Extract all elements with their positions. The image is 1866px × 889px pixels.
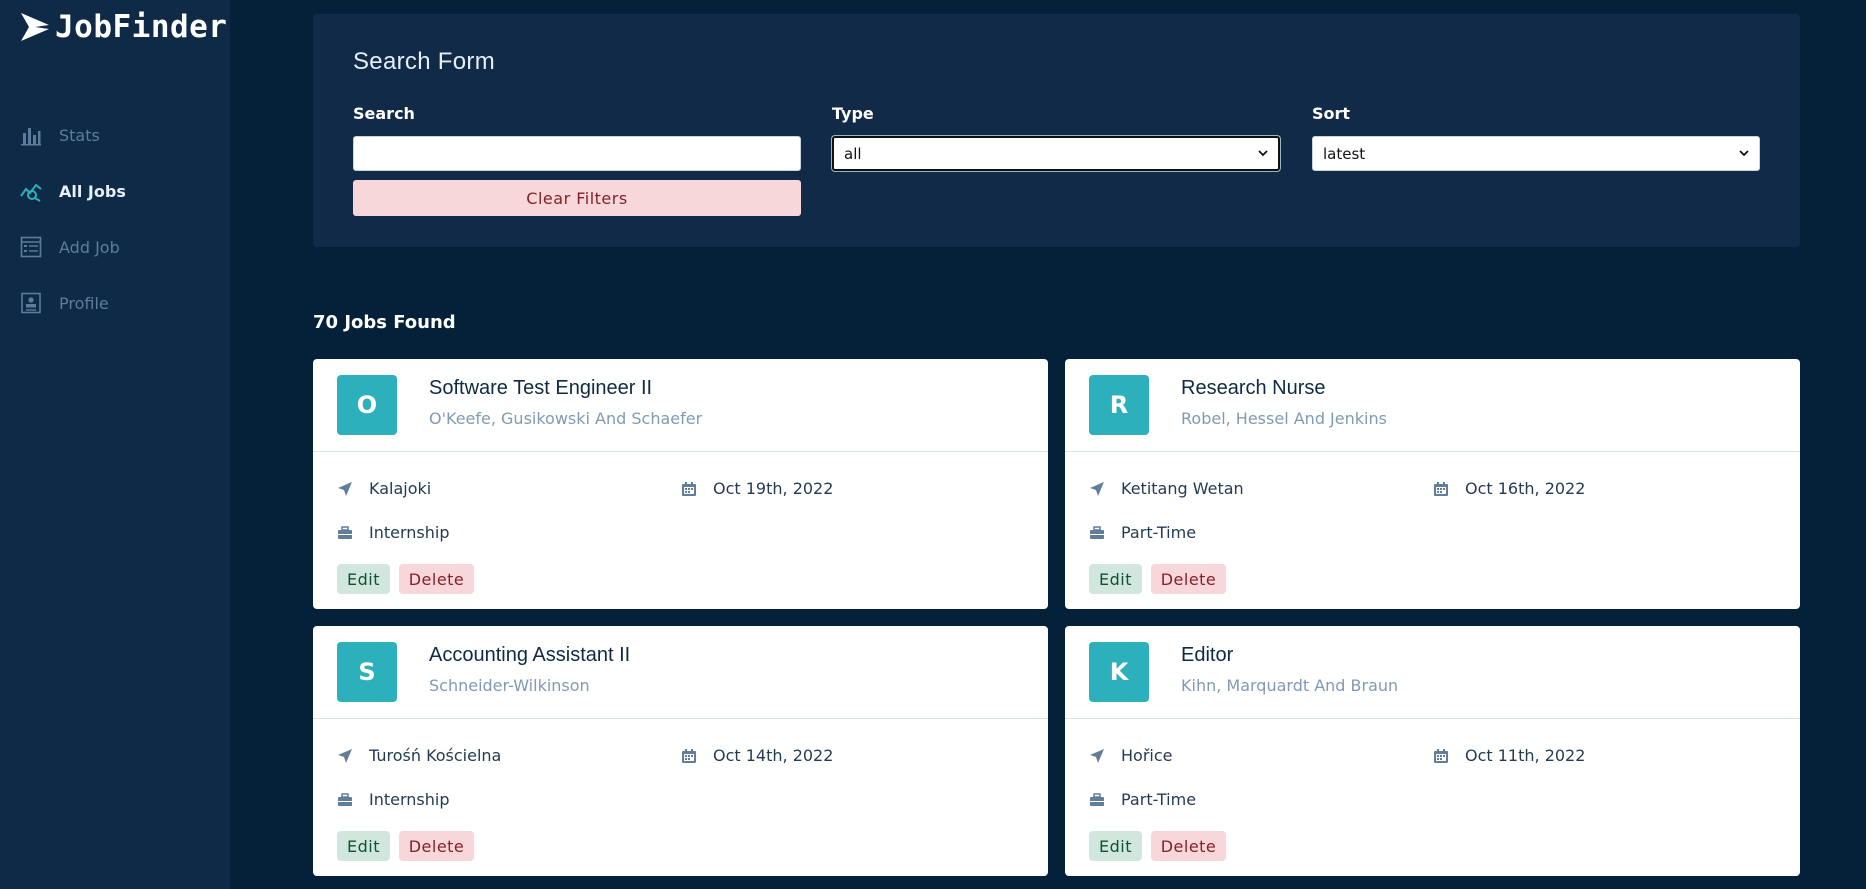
job-type-text: Part-Time [1121,790,1197,809]
job-type-text: Internship [369,790,450,809]
job-company: Kihn, Marquardt And Braun [1181,676,1399,695]
company-initial-badge: K [1089,642,1149,702]
type-label: Type [832,104,874,123]
job-card: O Software Test Engineer II O'Keefe, Gus… [313,359,1048,609]
bar-chart-icon [20,124,42,146]
sidebar-item-add-job[interactable]: Add Job [20,236,120,258]
location-arrow-icon [337,481,353,497]
delete-button[interactable]: Delete [1151,564,1226,594]
edit-button[interactable]: Edit [337,564,390,594]
job-title: Accounting Assistant II [429,644,631,666]
job-type-text: Part-Time [1121,523,1197,542]
app-name: JobFinder [55,9,228,45]
search-label: Search [353,104,415,123]
sidebar-item-stats[interactable]: Stats [20,124,100,146]
job-date: Oct 11th, 2022 [1433,746,1585,765]
edit-button[interactable]: Edit [337,831,390,861]
card-divider [1065,718,1800,719]
location-arrow-icon [1089,748,1105,764]
query-stats-icon [20,180,42,202]
sidebar-item-label: Stats [59,125,100,145]
job-date: Oct 19th, 2022 [681,479,833,498]
calendar-icon [681,748,697,764]
company-initial-badge: R [1089,375,1149,435]
sidebar-item-label: Profile [59,293,109,313]
sort-select[interactable]: latest [1312,136,1760,171]
location-arrow-icon [1089,481,1105,497]
job-company: Schneider-Wilkinson [429,676,590,695]
logo-icon [21,13,49,41]
job-date-text: Oct 19th, 2022 [713,479,834,498]
search-input[interactable] [353,136,801,171]
delete-button[interactable]: Delete [1151,831,1226,861]
sidebar-item-label: Add Job [59,237,120,257]
delete-button[interactable]: Delete [399,831,474,861]
job-title: Editor [1181,644,1234,666]
briefcase-icon [1089,792,1105,808]
id-card-icon [20,292,42,314]
sidebar-item-profile[interactable]: Profile [20,292,109,314]
job-location-text: Kalajoki [369,479,432,498]
job-type: Internship [337,790,450,809]
sidebar-item-all-jobs[interactable]: All Jobs [20,180,126,202]
job-title: Software Test Engineer II [429,377,653,399]
calendar-icon [1433,481,1449,497]
job-date-text: Oct 16th, 2022 [1465,479,1586,498]
sort-select-value: latest [1323,144,1366,163]
job-location-text: Hořice [1121,746,1173,765]
job-type: Internship [337,523,450,542]
job-location: Kalajoki [337,479,431,498]
form-title: Search Form [353,48,496,75]
job-location: Ketitang Wetan [1089,479,1244,498]
jobs-count: 70 Jobs Found [313,312,456,333]
job-company: O'Keefe, Gusikowski And Schaefer [429,409,703,428]
edit-button[interactable]: Edit [1089,564,1142,594]
card-divider [313,718,1048,719]
job-card: R Research Nurse Robel, Hessel And Jenki… [1065,359,1800,609]
job-date: Oct 14th, 2022 [681,746,833,765]
chevron-down-icon [1258,150,1268,157]
job-location-text: Ketitang Wetan [1121,479,1244,498]
job-location: Turośń Kościelna [337,746,501,765]
job-location-text: Turośń Kościelna [369,746,502,765]
job-card: S Accounting Assistant II Schneider-Wilk… [313,626,1048,876]
job-title: Research Nurse [1181,377,1326,399]
edit-button[interactable]: Edit [1089,831,1142,861]
sidebar-item-label: All Jobs [59,181,126,201]
briefcase-icon [1089,525,1105,541]
job-date-text: Oct 11th, 2022 [1465,746,1586,765]
job-date: Oct 16th, 2022 [1433,479,1585,498]
logo[interactable]: JobFinder [19,9,227,45]
company-initial-badge: S [337,642,397,702]
delete-button[interactable]: Delete [399,564,474,594]
job-card: K Editor Kihn, Marquardt And Braun Hořic… [1065,626,1800,876]
calendar-icon [681,481,697,497]
briefcase-icon [337,792,353,808]
calendar-icon [1433,748,1449,764]
chevron-down-icon [1739,150,1749,157]
job-type-text: Internship [369,523,450,542]
card-divider [1065,451,1800,452]
job-type: Part-Time [1089,523,1196,542]
sidebar: JobFinder Stats All Jobs Add Job Profile [0,0,230,889]
card-divider [313,451,1048,452]
sort-label: Sort [1312,104,1351,123]
search-form: Search Form Search Clear Filters Type al… [313,14,1800,247]
job-location: Hořice [1089,746,1172,765]
form-icon [20,236,42,258]
job-date-text: Oct 14th, 2022 [713,746,834,765]
job-company: Robel, Hessel And Jenkins [1181,409,1387,428]
clear-filters-button[interactable]: Clear Filters [353,180,801,216]
briefcase-icon [337,525,353,541]
job-type: Part-Time [1089,790,1196,809]
type-select[interactable]: all [832,136,1280,171]
type-select-value: all [844,144,862,163]
company-initial-badge: O [337,375,397,435]
location-arrow-icon [337,748,353,764]
